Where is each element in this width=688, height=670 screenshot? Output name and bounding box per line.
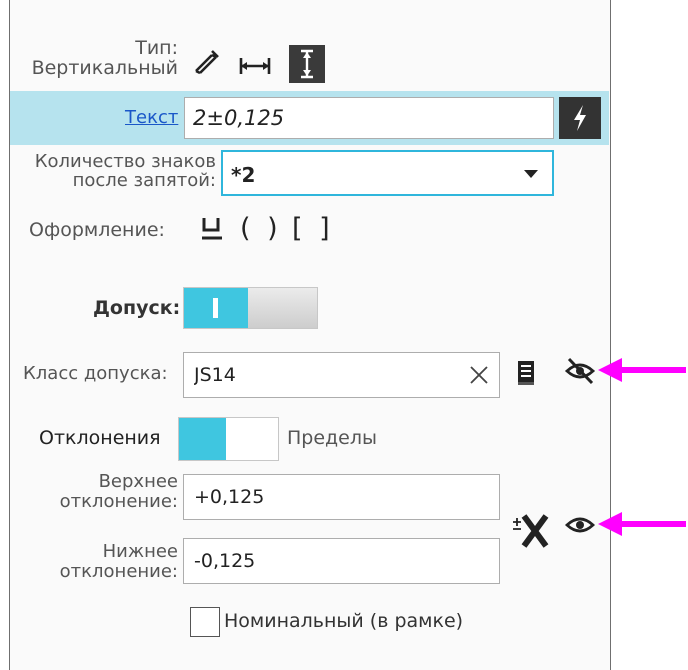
limits-label: Пределы [287,427,378,449]
deviations-label: Отклонения [39,427,161,449]
text-input[interactable] [185,98,553,138]
decimals-label-line2: после запятой: [72,170,216,191]
lower-label-line2: отклонение: [59,561,178,582]
square-root-icon[interactable] [198,214,226,248]
upper-deviation-field[interactable] [183,474,500,520]
decoration-label: Оформление: [29,219,165,241]
upper-label: Верхнее отклонение: [30,472,178,512]
clear-icon[interactable] [469,365,489,385]
type-label-line2: Вертикальный [31,57,178,79]
tolerance-label: Допуск: [93,297,181,319]
tolerance-toggle-on [184,288,248,328]
lightning-icon [574,105,586,131]
lower-deviation-input[interactable] [184,539,499,583]
tolerance-class-label: Класс допуска: [23,363,168,384]
upper-label-line2: отклонение: [59,491,178,512]
upper-label-line1: Верхнее [98,471,178,492]
nominal-checkbox[interactable] [190,607,220,637]
annotation-arrow-2 [598,509,688,539]
eye-hidden-icon[interactable] [562,354,598,388]
square-brackets-button[interactable]: [ ] [292,213,334,244]
eye-icon[interactable] [562,510,598,540]
decimals-label-line1: Количество знаков [34,151,216,172]
horizontal-dimension-icon[interactable] [235,52,275,78]
tolerance-toggle-off [248,288,317,328]
text-field[interactable] [184,97,554,139]
decimals-select[interactable]: *2 [221,150,554,196]
decimals-label: Количество знаков после запятой: [14,152,216,190]
lower-label: Нижнее отклонение: [30,542,178,582]
nominal-label[interactable]: Номинальный (в рамке) [224,610,463,632]
book-icon[interactable] [513,358,539,388]
deviations-toggle[interactable] [178,417,279,461]
chevron-down-icon [524,170,538,178]
lower-deviation-field[interactable] [183,538,500,584]
aligned-dimension-icon[interactable] [190,44,222,78]
upper-deviation-input[interactable] [184,475,499,519]
tolerance-class-field[interactable] [183,352,500,398]
deviations-toggle-on [179,418,226,460]
lightning-button[interactable] [559,97,601,139]
type-label-line1: Тип: [135,37,178,59]
tolerance-toggle[interactable] [183,287,318,329]
decimals-value: *2 [231,163,256,187]
type-label: Тип: Вертикальный [20,38,178,78]
text-link[interactable]: Текст [125,107,178,128]
annotation-arrow-1 [598,355,688,385]
vertical-dimension-icon[interactable] [289,45,325,83]
plus-minus-x-icon[interactable] [511,510,551,550]
tolerance-class-input[interactable] [184,353,499,397]
lower-label-line1: Нижнее [102,541,178,562]
round-brackets-button[interactable]: ( ) [240,213,282,244]
